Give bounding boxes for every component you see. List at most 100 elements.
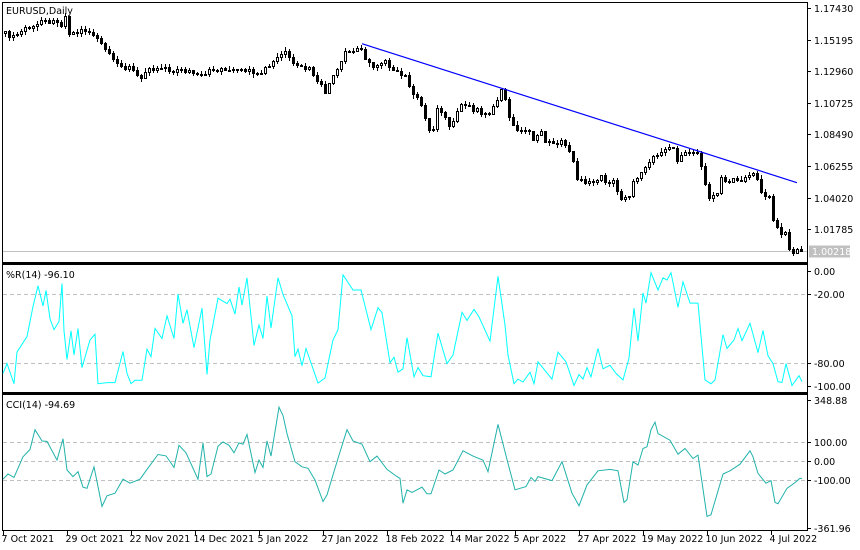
candle	[632, 179, 635, 198]
candle-body-bull	[264, 67, 267, 74]
candle	[676, 146, 679, 164]
candle-body-bear	[504, 89, 507, 100]
candle-body-bull	[712, 195, 715, 199]
candle-body-bear	[236, 69, 239, 71]
candle-body-bear	[140, 75, 143, 79]
candle-body-bear	[120, 63, 123, 67]
time-axis-label: 27 Apr 2022	[578, 534, 637, 545]
candle-body-bull	[452, 121, 455, 127]
trading-chart[interactable]: 1.17430 1.15195 1.12960 1.10725 1.08490 1.062…	[0, 0, 860, 550]
candle-body-bear	[224, 68, 227, 71]
wpr-axis-label: -20.00	[814, 290, 845, 301]
candle-body-bull	[256, 73, 259, 75]
time-axis-label: 22 Nov 2021	[130, 534, 191, 545]
price-axis-label: 1.12960	[814, 67, 853, 78]
candle-body-bull	[684, 152, 687, 156]
candle-body-bear	[488, 113, 491, 115]
candle-body-bear	[572, 151, 575, 162]
candle-body-bull	[460, 104, 463, 112]
price-axis-label: 1.01785	[814, 225, 853, 236]
candle	[672, 147, 675, 149]
candle-body-bear	[764, 192, 767, 197]
candle-body-bear	[428, 118, 431, 131]
candle-body-bear	[360, 48, 363, 50]
candle-body-bull	[220, 68, 223, 72]
candle-body-bear	[396, 70, 399, 72]
candle-body-bear	[420, 97, 423, 106]
candle-body-bear	[704, 166, 707, 185]
candle-body-bear	[672, 147, 675, 149]
candle-body-bull	[752, 173, 755, 176]
wpr-indicator-label: %R(14) -96.10	[6, 270, 75, 281]
cci-axis-label: 100.00	[814, 438, 847, 449]
candle-body-bear	[516, 125, 519, 131]
candle-body-bull	[36, 24, 39, 27]
candle-body-bull	[732, 178, 735, 183]
candle-body-bear	[252, 69, 255, 74]
candle	[704, 163, 707, 186]
candle-body-bear	[260, 73, 263, 75]
candle-body-bear	[556, 143, 559, 145]
candle-body-bear	[48, 20, 51, 24]
candle-body-bear	[544, 131, 547, 143]
candle-body-bear	[772, 196, 775, 221]
candle	[68, 16, 71, 37]
candle	[436, 105, 439, 132]
candle-body-bear	[288, 51, 291, 58]
candle	[576, 158, 579, 181]
candle-body-bear	[204, 74, 207, 76]
candle-body-bear	[508, 99, 511, 118]
candle-body-bull	[128, 66, 131, 70]
candle-body-bear	[320, 81, 323, 85]
candle-body-bear	[520, 130, 523, 132]
candle-body-bull	[716, 193, 719, 196]
candle-body-bear	[312, 67, 315, 76]
candle	[424, 103, 427, 121]
candle-body-bull	[436, 108, 439, 130]
candle-body-bear	[728, 181, 731, 183]
candle-body-bear	[472, 105, 475, 112]
candle-body-bear	[192, 70, 195, 74]
candle-body-bull	[720, 177, 723, 194]
candle	[600, 175, 603, 182]
candle-body-bull	[276, 57, 279, 62]
candle-body-bear	[364, 49, 367, 60]
candle-body-bull	[32, 26, 35, 29]
candle-body-bear	[616, 180, 619, 192]
candle-body-bull	[332, 75, 335, 84]
cci-axis-label: 348.88	[814, 396, 847, 407]
candle-body-bear	[724, 177, 727, 182]
candle-body-bull	[188, 70, 191, 73]
cci-axis-label: -100.00	[814, 476, 851, 487]
candle-body-bear	[592, 181, 595, 183]
candle-body-bull	[308, 67, 311, 70]
candle-body-bull	[72, 32, 75, 35]
candle-body-bear	[424, 105, 427, 119]
candle-body-bear	[244, 69, 247, 72]
candle-body-bear	[136, 70, 139, 76]
candle-body-bull	[548, 141, 551, 143]
candle-body-bull	[468, 105, 471, 107]
wpr-axis-label: -100.00	[814, 382, 851, 393]
candle-body-bull	[44, 20, 47, 22]
candle-body-bear	[108, 49, 111, 54]
candle-body-bear	[348, 51, 351, 53]
candle-body-bear	[788, 232, 791, 250]
price-axis-label: 1.10725	[814, 99, 853, 110]
candle-body-bear	[28, 27, 31, 29]
candle-body-bear	[400, 71, 403, 76]
candle-body-bull	[664, 149, 667, 153]
candle-body-bear	[116, 59, 119, 64]
candle-body-bull	[384, 60, 387, 64]
candle-body-bear	[132, 66, 135, 71]
candle-body-bull	[404, 75, 407, 77]
candle-body-bear	[696, 152, 699, 154]
time-axis-label: 27 Jan 2022	[322, 534, 379, 545]
candle-body-bull	[20, 31, 23, 35]
time-axis-label: 29 Oct 2021	[66, 534, 125, 545]
candle-body-bull	[536, 135, 539, 141]
candle-body-bull	[636, 178, 639, 182]
candle	[264, 66, 267, 75]
cci-axis-label: 0.00	[814, 457, 835, 468]
candle-body-bear	[184, 69, 187, 73]
